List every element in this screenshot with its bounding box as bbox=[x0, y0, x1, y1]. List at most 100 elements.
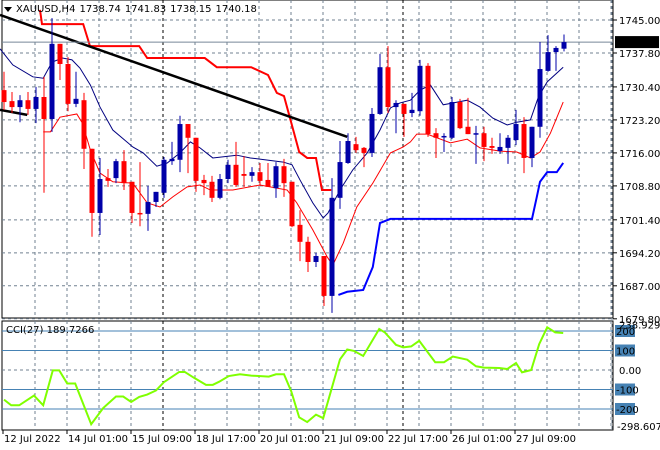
candle-body bbox=[17, 100, 23, 108]
candle-body bbox=[273, 166, 279, 189]
cci-level-label: -100 bbox=[616, 386, 639, 397]
cci-level-label: 100 bbox=[616, 347, 635, 358]
candle-body bbox=[505, 137, 511, 148]
candle-body bbox=[281, 166, 287, 184]
candle-body bbox=[9, 101, 15, 108]
candle-body bbox=[65, 63, 71, 104]
candle-body bbox=[169, 158, 175, 162]
candle-body bbox=[489, 146, 495, 148]
candle-body bbox=[153, 191, 159, 202]
dropdown-triangle-icon[interactable] bbox=[4, 7, 12, 12]
cci-panel-frame bbox=[1, 320, 614, 431]
candle-body bbox=[369, 113, 375, 153]
high-value: 1741.83 bbox=[124, 4, 167, 15]
candle-body bbox=[49, 43, 55, 119]
price-tick-label: 1708.80 bbox=[619, 182, 660, 193]
candle-body bbox=[57, 43, 63, 64]
close-value: 1740.18 bbox=[215, 4, 257, 15]
low-value: 1738.15 bbox=[170, 4, 212, 15]
cci-max-label: 238.9292 bbox=[619, 320, 660, 331]
cci-level-label: 0.00 bbox=[619, 366, 641, 377]
cci-header: CCI(27) 189.7266 bbox=[6, 325, 94, 336]
candle-body bbox=[433, 133, 439, 138]
candle-body bbox=[97, 179, 103, 213]
candle-body bbox=[233, 164, 239, 185]
time-tick-label: 20 Jul 01:00 bbox=[260, 434, 320, 445]
candle-body bbox=[313, 256, 319, 262]
chart-canvas[interactable]: 1745.00 1737.80 1730.40 1723.20 1716.00 1708.… bbox=[0, 0, 660, 450]
price-tick-label: 1701.40 bbox=[619, 216, 660, 227]
candle-body bbox=[89, 148, 95, 213]
candle bbox=[65, 57, 71, 112]
time-tick-label: 27 Jul 09:00 bbox=[516, 434, 576, 445]
candle-body bbox=[337, 162, 343, 198]
candle-body bbox=[545, 52, 551, 71]
price-tick-label: 1687.00 bbox=[619, 282, 660, 293]
candle-body bbox=[33, 96, 39, 109]
candle-body bbox=[265, 179, 271, 187]
candle-body bbox=[345, 140, 351, 163]
candle-body bbox=[353, 144, 359, 151]
candle-body bbox=[289, 181, 295, 227]
chart-window: 1745.00 1737.80 1730.40 1723.20 1716.00 1708.… bbox=[0, 0, 660, 450]
candle-body bbox=[425, 65, 431, 135]
candle-body bbox=[1, 90, 7, 103]
candle-body bbox=[329, 197, 335, 296]
candle-body bbox=[529, 126, 535, 158]
time-tick-label: 18 Jul 17:00 bbox=[196, 434, 256, 445]
candle bbox=[369, 107, 375, 158]
candle-body bbox=[145, 201, 151, 214]
last-price-label: 1740.18 bbox=[618, 38, 659, 49]
cci-min-label: -298.6071 bbox=[617, 422, 660, 433]
time-tick-label: 22 Jul 17:00 bbox=[388, 434, 448, 445]
cci-value: 189.7266 bbox=[46, 325, 95, 336]
candle-body bbox=[561, 42, 567, 49]
candle-body bbox=[217, 179, 223, 198]
price-tick-label: 1745.00 bbox=[619, 16, 660, 27]
price-tick-label: 1723.20 bbox=[619, 116, 660, 127]
candle-body bbox=[185, 124, 191, 138]
candle-body bbox=[113, 161, 119, 179]
candle-body bbox=[25, 100, 31, 109]
candle bbox=[425, 63, 431, 137]
candle-body bbox=[297, 224, 303, 242]
candle-body bbox=[537, 69, 543, 127]
candle-body bbox=[457, 102, 463, 129]
candle-body bbox=[401, 103, 407, 114]
candle-body bbox=[249, 172, 255, 176]
candle-body bbox=[393, 102, 399, 108]
candle-body bbox=[177, 124, 183, 160]
candle-body bbox=[193, 137, 199, 181]
candle bbox=[329, 178, 335, 313]
candle-body bbox=[553, 47, 559, 53]
cci-level-label: -200 bbox=[616, 405, 639, 416]
candle-body bbox=[73, 98, 79, 104]
time-tick-label: 21 Jul 09:00 bbox=[324, 434, 384, 445]
candle-body bbox=[257, 172, 263, 181]
cci-name: CCI(27) bbox=[6, 325, 44, 336]
candle-body bbox=[377, 67, 383, 114]
candle-body bbox=[449, 102, 455, 138]
candle bbox=[289, 181, 295, 228]
candle-body bbox=[129, 181, 135, 213]
price-tick-label: 1737.80 bbox=[619, 49, 660, 60]
candle bbox=[417, 59, 423, 116]
candle-body bbox=[137, 212, 143, 215]
time-tick-label: 14 Jul 01:00 bbox=[68, 434, 128, 445]
candle-body bbox=[417, 65, 423, 112]
candle-body bbox=[105, 178, 111, 181]
candle-body bbox=[225, 164, 231, 180]
candle-body bbox=[305, 241, 311, 262]
candle-body bbox=[41, 96, 47, 119]
candle-body bbox=[361, 147, 367, 153]
candle-body bbox=[441, 135, 447, 138]
candle-body bbox=[521, 124, 527, 158]
candle-body bbox=[121, 161, 127, 184]
candle bbox=[449, 96, 455, 140]
time-tick-label: 12 Jul 2022 bbox=[4, 434, 61, 445]
candle-body bbox=[241, 173, 247, 176]
candle-body bbox=[481, 133, 487, 147]
candle-body bbox=[497, 146, 503, 152]
time-tick-label: 26 Jul 01:00 bbox=[452, 434, 512, 445]
candle-body bbox=[409, 109, 415, 114]
